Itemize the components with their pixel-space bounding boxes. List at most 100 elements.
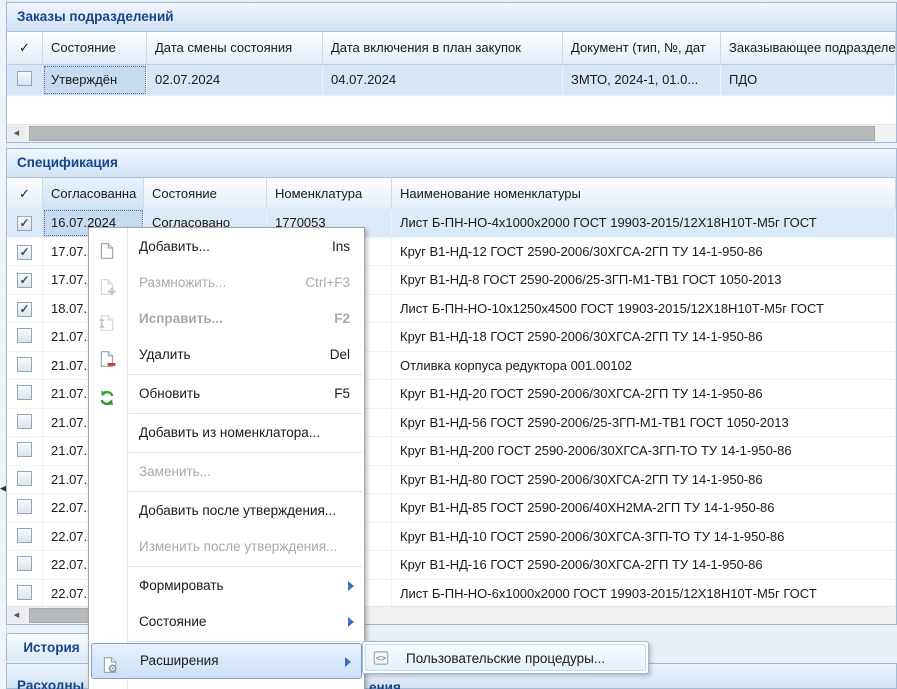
spec-row-checkbox[interactable] (17, 357, 32, 372)
extensions-document-icon (101, 653, 119, 671)
orders-hscroll-thumb[interactable] (29, 126, 875, 141)
menu-item-label: Состояние (139, 614, 206, 629)
orders-hscroll-left-arrow-icon[interactable]: ◀ (8, 126, 25, 141)
menu-item-6[interactable]: Добавить из номенклатора... (89, 415, 364, 451)
spec-row-name: Круг В1-НД-10 ГОСТ 2590-2006/30ХГСА-3ГП-… (392, 523, 896, 551)
spec-row-checkbox[interactable] (17, 556, 32, 571)
menu-item-label: Добавить из номенклатора... (139, 425, 320, 440)
menu-separator (129, 641, 362, 642)
add-document-icon (98, 238, 116, 256)
menu-separator (129, 566, 362, 567)
orders-hscrollbar: ◀ (7, 124, 896, 142)
spec-row-name: Круг В1-НД-200 ГОСТ 2590-2006/30ХГСА-3ГП… (392, 437, 896, 465)
orders-column-date-plan[interactable]: Дата включения в план закупок (323, 32, 563, 64)
orders-column-document[interactable]: Документ (тип, №, дат (563, 32, 721, 64)
spec-column-name[interactable]: Наименование номенклатуры (392, 178, 896, 210)
menu-item-label: Расширения (140, 653, 219, 668)
orders-check-column-header[interactable]: ✓ (7, 32, 43, 64)
spec-row-checkbox-cell (7, 323, 43, 351)
submenu-arrow-icon (348, 617, 354, 627)
duplicate-document-icon (98, 274, 116, 292)
menu-item-user-procedures[interactable]: <> Пользовательские процедуры... (365, 644, 646, 671)
menu-item-1[interactable]: Добавить... Ins (89, 229, 364, 265)
spec-row-checkbox-cell: ✓ (7, 295, 43, 323)
spec-row-checkbox[interactable]: ✓ (17, 273, 32, 288)
spec-row-checkbox-cell: ✓ (7, 238, 43, 266)
menu-item-7: Заменить... (89, 454, 364, 490)
spec-row-checkbox-cell (7, 380, 43, 408)
menu-item-shortcut: Del (330, 337, 350, 373)
edit-document-icon (98, 310, 116, 328)
orders-table-row[interactable]: Утверждён 02.07.2024 04.07.2024 ЗМТО, 20… (7, 65, 896, 96)
spec-row-checkbox[interactable] (17, 385, 32, 400)
spec-row-checkbox[interactable] (17, 499, 32, 514)
tab-history[interactable]: История (6, 633, 97, 661)
orders-row-checkbox-cell (7, 65, 43, 95)
orders-table-header: ✓ Состояние Дата смены состояния Дата вк… (7, 32, 896, 65)
spec-row-name: Круг В1-НД-80 ГОСТ 2590-2006/30ХГСА-2ГП … (392, 466, 896, 494)
menu-item-4[interactable]: УдалитьDel (89, 337, 364, 373)
delete-document-icon (98, 346, 116, 364)
menu-item-shortcut: Ins (332, 229, 350, 265)
spec-row-checkbox[interactable] (17, 328, 32, 343)
menu-item-10[interactable]: Формировать (89, 568, 364, 604)
orders-column-state[interactable]: Состояние (43, 32, 147, 64)
spec-row-checkbox[interactable] (17, 442, 32, 457)
menu-item-label: Обновить (139, 386, 200, 401)
menu-item-5[interactable]: Обновить F5 (89, 376, 364, 412)
orders-row-document: ЗМТО, 2024-1, 01.0... (563, 65, 721, 95)
orders-column-department[interactable]: Заказывающее подразделе (721, 32, 896, 64)
spec-row-checkbox-cell (7, 466, 43, 494)
spec-row-name: Круг В1-НД-16 ГОСТ 2590-2006/30ХГСА-2ГП … (392, 551, 896, 579)
spec-row-name: Лист Б-ПН-НО-6х1000х2000 ГОСТ 19903-2015… (392, 580, 896, 608)
menu-item-shortcut: F5 (334, 376, 350, 412)
spec-hscroll-left-arrow-icon[interactable]: ◀ (8, 608, 25, 623)
menu-item-label: Заменить... (139, 464, 211, 479)
orders-row-department: ПДО (721, 65, 896, 95)
menu-item-2: Размножить...Ctrl+F3 (89, 265, 364, 301)
svg-text:<>: <> (376, 653, 386, 663)
orders-panel: Заказы подразделений ✓ Состояние Дата см… (6, 2, 897, 143)
menu-separator (129, 452, 362, 453)
spec-row-checkbox[interactable] (17, 471, 32, 486)
menu-item-label: Добавить... (139, 239, 210, 254)
spec-row-checkbox-cell (7, 580, 43, 608)
spec-column-agreed[interactable]: Согласованна (43, 178, 144, 210)
menu-item-shortcut: Ctrl+F3 (305, 265, 350, 301)
spec-row-checkbox-cell (7, 551, 43, 579)
spec-row-checkbox-cell (7, 494, 43, 522)
spec-row-checkbox[interactable] (17, 528, 32, 543)
menu-item-8[interactable]: Добавить после утверждения... (89, 493, 364, 529)
spec-row-name: Лист Б-ПН-НО-10х1250х4500 ГОСТ 19903-201… (392, 295, 896, 323)
spec-row-checkbox-cell: ✓ (7, 266, 43, 294)
menu-separator (129, 413, 362, 414)
submenu-arrow-icon (348, 581, 354, 591)
orders-row-state: Утверждён (43, 65, 147, 95)
spec-row-checkbox-cell (7, 409, 43, 437)
menu-item-13[interactable]: Обмен (89, 679, 364, 689)
menu-item-12[interactable]: Расширения (91, 643, 362, 679)
spec-row-checkbox[interactable] (17, 414, 32, 429)
spec-row-name: Круг В1-НД-8 ГОСТ 2590-2006/25-3ГП-М1-ТВ… (392, 266, 896, 294)
spec-row-checkbox-cell (7, 523, 43, 551)
bottom-header-left-fragment: Расходны (17, 673, 84, 689)
spec-row-name: Круг В1-НД-12 ГОСТ 2590-2006/30ХГСА-2ГП … (392, 238, 896, 266)
spec-row-checkbox[interactable] (17, 585, 32, 600)
spec-row-checkbox-cell (7, 437, 43, 465)
orders-row-date-change: 02.07.2024 (147, 65, 323, 95)
spec-row-checkbox-cell (7, 352, 43, 380)
menu-item-11[interactable]: Состояние (89, 604, 364, 640)
spec-check-column-header[interactable]: ✓ (7, 178, 43, 210)
orders-row-checkbox[interactable] (17, 71, 32, 86)
menu-item-label: Исправить... (139, 311, 223, 326)
menu-item-label: Пользовательские процедуры... (406, 651, 605, 666)
spec-column-nomenclature[interactable]: Номенклатура (267, 178, 392, 210)
orders-column-date-change[interactable]: Дата смены состояния (147, 32, 323, 64)
spec-column-state[interactable]: Состояние (144, 178, 267, 210)
menu-item-label: Изменить после утверждения... (139, 539, 337, 554)
spec-row-checkbox[interactable]: ✓ (17, 245, 32, 260)
spec-row-name: Круг В1-НД-85 ГОСТ 2590-2006/40ХН2МА-2ГП… (392, 494, 896, 522)
extensions-submenu: <> Пользовательские процедуры... (362, 641, 649, 674)
spec-row-checkbox[interactable]: ✓ (17, 216, 32, 231)
spec-row-checkbox[interactable]: ✓ (17, 302, 32, 317)
